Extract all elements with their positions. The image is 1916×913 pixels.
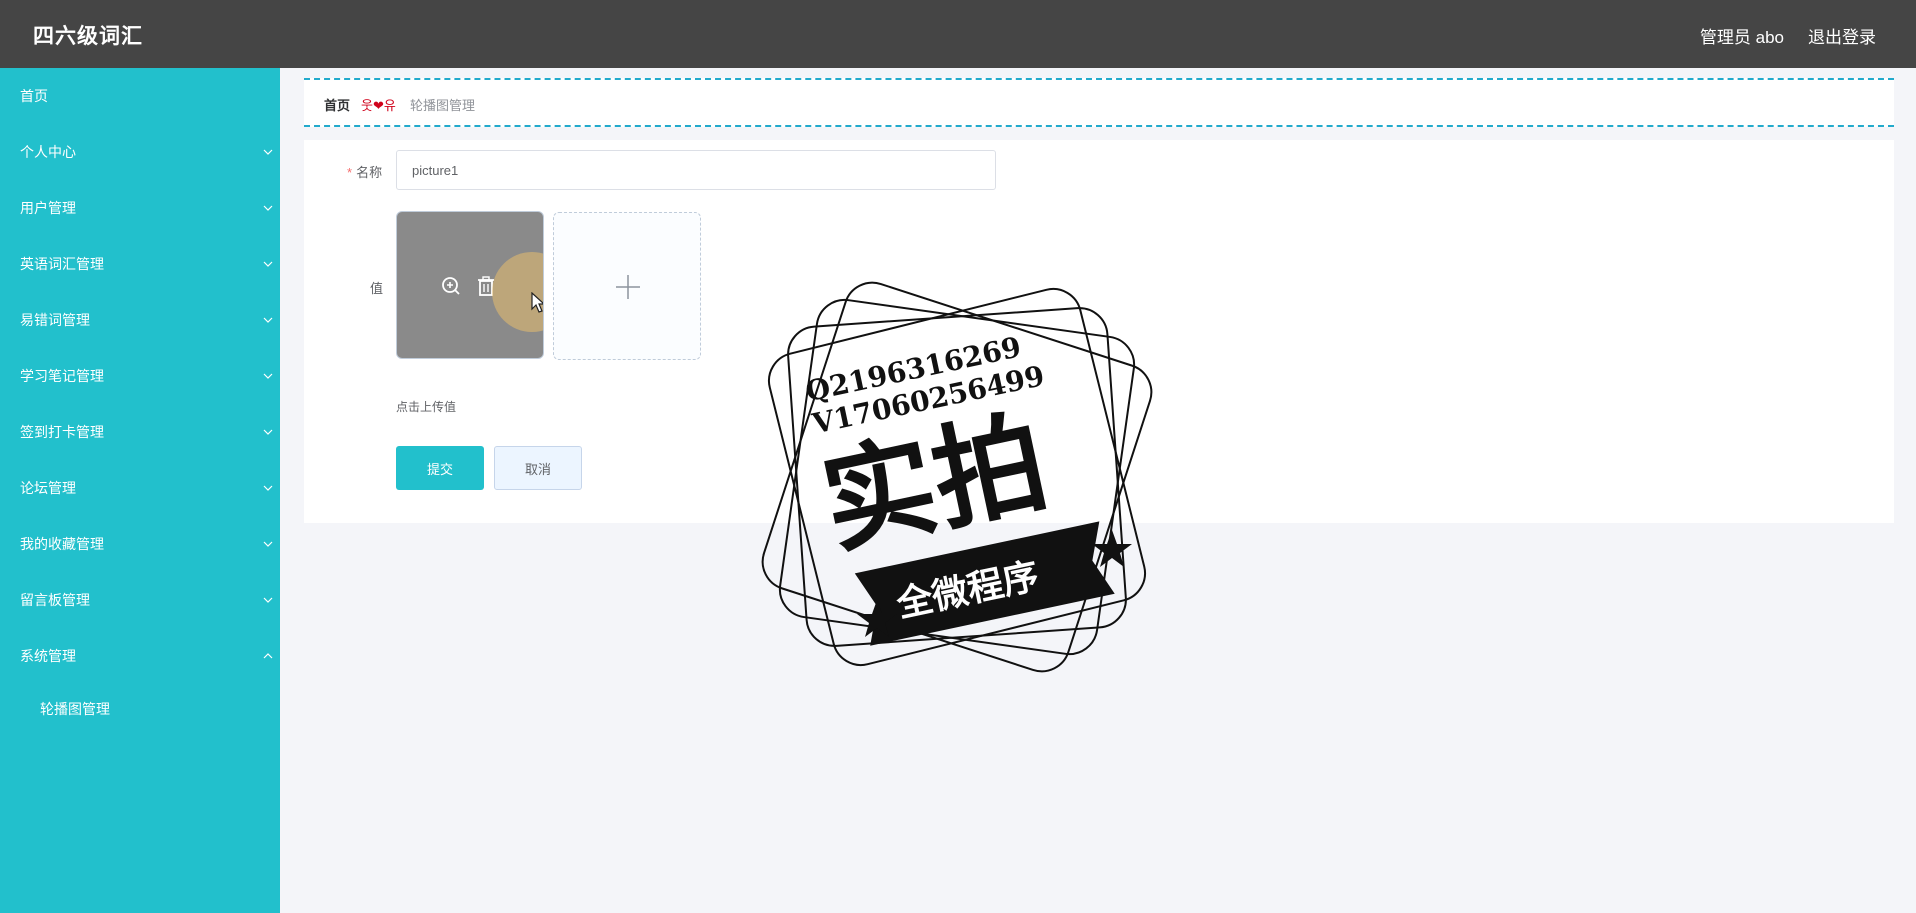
sidebar-item-label: 学习笔记管理 xyxy=(20,368,104,384)
sidebar-item-checkin[interactable]: 签到打卡管理 xyxy=(0,404,280,460)
sidebar-item-favorites[interactable]: 我的收藏管理 xyxy=(0,516,280,572)
top-bar: 四六级词汇 管理员 abo 退出登录 xyxy=(0,0,1916,68)
admin-label: 管理员 abo xyxy=(1699,28,1784,47)
watermark-stamp: Q2196316269 V17060256499 实拍 全微程序 xyxy=(761,281,1153,673)
breadcrumb-separator: 웃❤유 xyxy=(361,98,396,113)
breadcrumb-current: 轮播图管理 xyxy=(410,98,476,113)
sidebar-item-error-words[interactable]: 易错词管理 xyxy=(0,292,280,348)
chevron-down-icon xyxy=(262,516,276,572)
sidebar-item-label: 用户管理 xyxy=(20,200,76,216)
sidebar-item-label: 我的收藏管理 xyxy=(20,536,104,552)
name-label-text: 名称 xyxy=(356,165,383,180)
sidebar-item-label: 留言板管理 xyxy=(20,592,90,608)
breadcrumb-home[interactable]: 首页 xyxy=(324,95,350,114)
logout-link[interactable]: 退出登录 xyxy=(1808,23,1876,48)
sidebar-subitem-label: 轮播图管理 xyxy=(40,701,110,717)
zoom-in-icon[interactable] xyxy=(441,276,461,301)
sidebar-item-label: 易错词管理 xyxy=(20,312,90,328)
sidebar-item-label: 论坛管理 xyxy=(20,480,76,496)
mouse-cursor-icon xyxy=(531,292,543,313)
cancel-button[interactable]: 取消 xyxy=(494,446,582,490)
breadcrumb: 首页 웃❤유 轮播图管理 xyxy=(304,78,1894,127)
sidebar-item-user-management[interactable]: 用户管理 xyxy=(0,180,280,236)
app-title: 四六级词汇 xyxy=(33,25,143,48)
chevron-down-icon xyxy=(262,572,276,628)
sidebar-item-study-notes[interactable]: 学习笔记管理 xyxy=(0,348,280,404)
submit-button[interactable]: 提交 xyxy=(396,446,484,490)
sidebar-item-english-vocab[interactable]: 英语词汇管理 xyxy=(0,236,280,292)
uploaded-image-thumbnail[interactable] xyxy=(396,211,544,359)
sidebar-item-label: 英语词汇管理 xyxy=(20,256,104,272)
sidebar-item-label: 首页 xyxy=(20,88,48,104)
chevron-down-icon xyxy=(262,180,276,236)
chevron-up-icon xyxy=(262,628,276,684)
sidebar-item-forum[interactable]: 论坛管理 xyxy=(0,460,280,516)
sidebar: 首页 个人中心 用户管理 英语词汇管理 易错词管理 学习笔记管理 签到打卡管理 … xyxy=(0,68,280,913)
name-input[interactable] xyxy=(396,150,996,190)
upload-trigger[interactable] xyxy=(553,212,701,360)
sidebar-item-home[interactable]: 首页 xyxy=(0,68,280,124)
value-label: 值 xyxy=(370,281,384,296)
required-mark: * xyxy=(347,165,353,180)
sidebar-item-system-management[interactable]: 系统管理 xyxy=(0,628,280,684)
chevron-down-icon xyxy=(262,236,276,292)
sidebar-subitem-carousel[interactable]: 轮播图管理 xyxy=(0,684,280,734)
name-label: * 名称 xyxy=(347,162,382,181)
sidebar-item-label: 个人中心 xyxy=(20,144,76,160)
plus-icon xyxy=(616,275,640,299)
chevron-down-icon xyxy=(262,348,276,404)
sidebar-item-message-board[interactable]: 留言板管理 xyxy=(0,572,280,628)
sidebar-item-personal-center[interactable]: 个人中心 xyxy=(0,124,280,180)
upload-hint: 点击上传值 xyxy=(396,400,457,414)
chevron-down-icon xyxy=(262,404,276,460)
sidebar-item-label: 系统管理 xyxy=(20,648,76,664)
chevron-down-icon xyxy=(262,460,276,516)
chevron-down-icon xyxy=(262,124,276,180)
sidebar-item-label: 签到打卡管理 xyxy=(20,424,104,440)
chevron-down-icon xyxy=(262,292,276,348)
